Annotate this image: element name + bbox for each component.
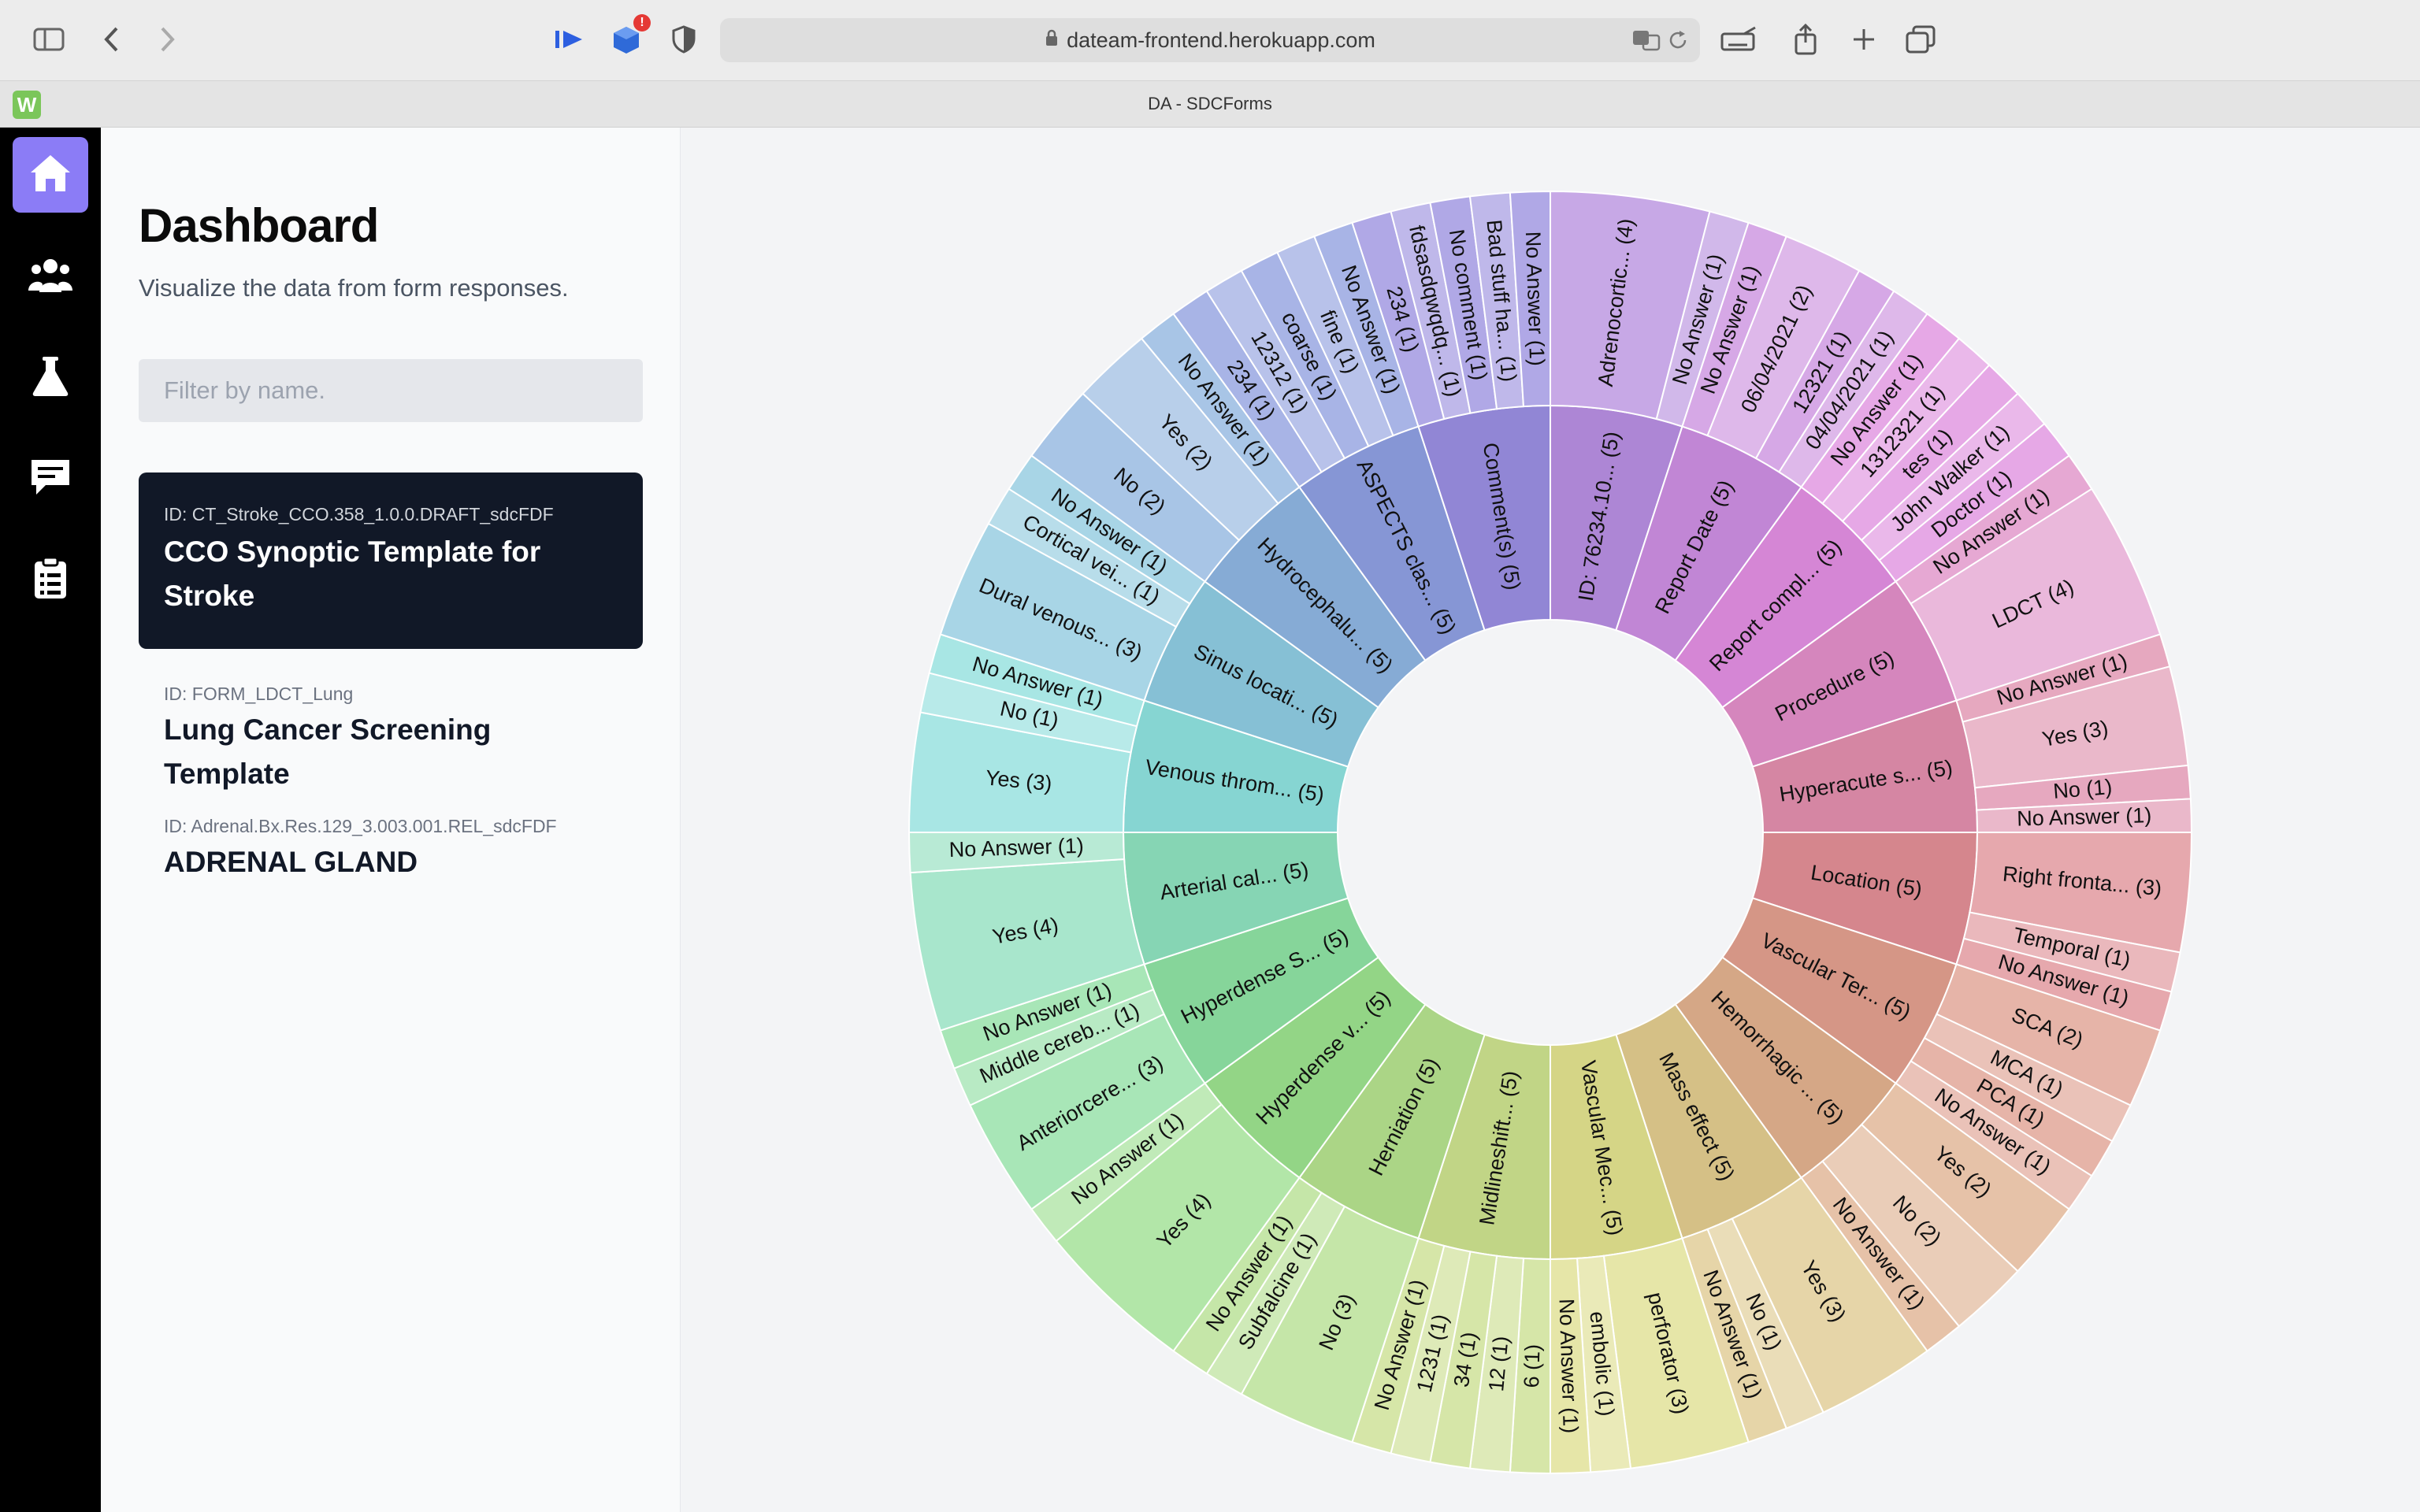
share-icon[interactable]	[1788, 17, 1823, 61]
media-icon[interactable]	[551, 17, 588, 61]
shield-icon[interactable]	[666, 17, 701, 61]
form-id: ID: FORM_LDCT_Lung	[164, 684, 354, 704]
chat-icon	[28, 457, 72, 502]
translate-icon[interactable]	[1632, 29, 1661, 57]
lock-icon	[1045, 28, 1059, 53]
nav-forms[interactable]	[13, 542, 88, 617]
page-title: Dashboard	[139, 199, 379, 252]
answer-label: No Answer (1)	[948, 834, 1084, 862]
forward-icon[interactable]	[150, 17, 184, 61]
form-item-stroke[interactable]: ID: CT_Stroke_CCO.358_1.0.0.DRAFT_sdcFDF…	[139, 472, 643, 649]
reload-icon[interactable]	[1667, 29, 1689, 57]
page-subtitle: Visualize the data from form responses.	[139, 274, 569, 302]
home-icon	[28, 153, 72, 198]
form-item-adrenal[interactable]: ID: Adrenal.Bx.Res.129_3.003.001.REL_sdc…	[139, 816, 643, 910]
address-bar[interactable]: dateam-frontend.herokuapp.com	[720, 18, 1700, 62]
back-icon[interactable]	[95, 17, 129, 61]
answer-label: 6 (1)	[1520, 1343, 1545, 1388]
form-item-lung[interactable]: ID: FORM_LDCT_Lung Lung Cancer Screening…	[139, 684, 643, 790]
filter-input[interactable]	[139, 359, 643, 422]
tab-bar: W DA - SDCForms	[0, 80, 2420, 128]
flask-icon	[31, 355, 70, 402]
users-icon	[27, 256, 74, 299]
extension-cube-icon[interactable]: !	[607, 14, 651, 61]
answer-label: No Answer (1)	[1521, 231, 1549, 366]
keyboard-icon[interactable]	[1717, 17, 1761, 61]
form-name: CCO Synoptic Template for Stroke	[164, 536, 541, 612]
tabs-overview-icon[interactable]	[1902, 17, 1939, 61]
nav-rail	[0, 128, 101, 1512]
form-name: Lung Cancer Screening Template	[164, 713, 492, 790]
new-tab-icon[interactable]	[1847, 17, 1881, 61]
form-name: ADRENAL GLAND	[164, 846, 418, 878]
url-text: dateam-frontend.herokuapp.com	[1067, 28, 1375, 52]
clipboard-icon	[32, 556, 69, 604]
nav-lab[interactable]	[13, 340, 88, 416]
chart-area: ID: 76234.10... (5) Adrenocortic... (4) No…	[681, 128, 2420, 1512]
form-id: ID: CT_Stroke_CCO.358_1.0.0.DRAFT_sdcFDF	[164, 504, 554, 524]
nav-messages[interactable]	[13, 441, 88, 517]
answer-label: No (1)	[2052, 775, 2113, 803]
tab-title[interactable]: DA - SDCForms	[0, 94, 2420, 114]
answer-label: No Answer (1)	[1554, 1299, 1582, 1434]
nav-home[interactable]	[13, 137, 88, 213]
sidebar-toggle-icon[interactable]	[28, 17, 69, 61]
sunburst-chart: ID: 76234.10... (5)Adrenocortic... (4) No…	[908, 190, 2193, 1475]
nav-users[interactable]	[13, 239, 88, 315]
extension-badge: !	[633, 14, 651, 32]
answer-label: No Answer (1)	[2017, 803, 2152, 830]
browser-toolbar: ! dateam-frontend.herokuapp.com	[0, 0, 2420, 80]
forms-panel: Dashboard Visualize the data from form r…	[101, 128, 681, 1512]
form-id: ID: Adrenal.Bx.Res.129_3.003.001.REL_sdc…	[164, 816, 557, 836]
